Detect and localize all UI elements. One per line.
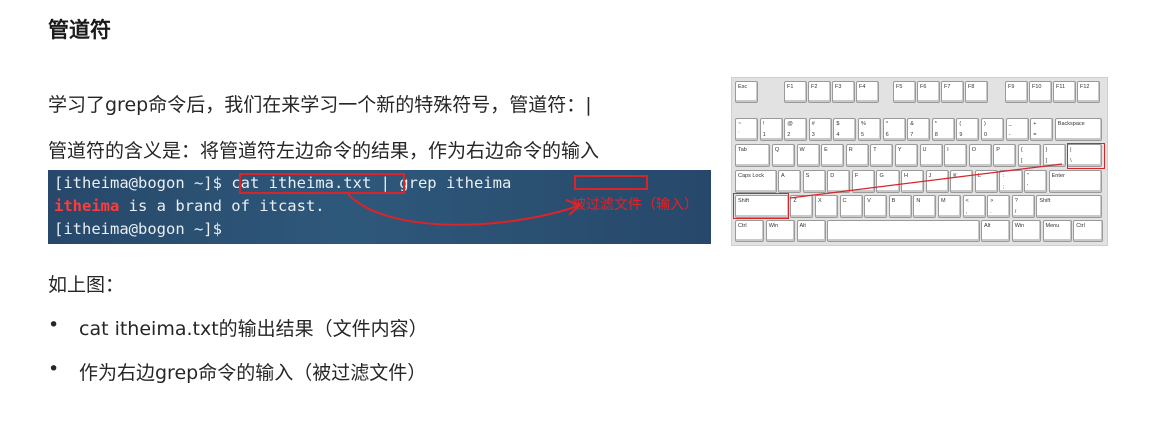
as-shown-label: 如上图： (48, 274, 125, 296)
terminal-line-3: [itheima@bogon ~]$ (54, 220, 222, 238)
target-highlight-box (574, 175, 648, 190)
key-highlight-box (733, 193, 789, 219)
terminal-prompt-2: [itheima@bogon ~]$ (54, 220, 222, 238)
match-highlight: itheima (54, 197, 120, 215)
terminal-screenshot: [itheima@bogon ~]$ cat itheima.txt | gre… (48, 170, 711, 244)
terminal-prompt: [itheima@bogon ~]$ (54, 174, 222, 192)
bullet-dot: • (48, 314, 60, 336)
keyboard-image: Esc F1 F2 F3 F4 F5 F6 F7 F8 F9 F10 F11 F12 ~ `! 1 @2 #3 $4… (731, 77, 1108, 246)
terminal-line-2: itheima is a brand of itcast. (54, 197, 325, 215)
keyboard-arrow (789, 163, 1063, 199)
intro-paragraph: 学习了grep命令后，我们在来学习一个新的特殊符号，管道符：| (48, 94, 592, 116)
page-title: 管道符 (48, 18, 111, 42)
bullet-dot: • (48, 358, 60, 380)
annotation-label: 被过滤文件（输入） (572, 197, 698, 213)
command-highlight-box (239, 173, 405, 194)
key-highlight-box (1067, 143, 1105, 169)
terminal-output: is a brand of itcast. (119, 197, 325, 215)
meaning-paragraph: 管道符的含义是：将管道符左边命令的结果，作为右边命令的输入 (48, 140, 600, 162)
